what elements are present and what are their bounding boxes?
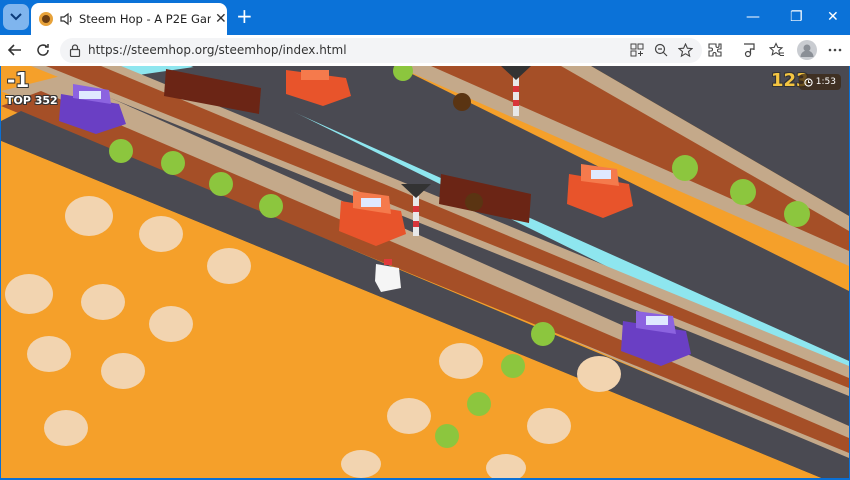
tab-close-icon[interactable]: ✕: [215, 11, 227, 27]
media-control-icon[interactable]: [740, 41, 758, 59]
site-favicon-icon: [39, 12, 53, 26]
back-button[interactable]: [6, 41, 24, 59]
browser-tab[interactable]: Steem Hop - A P2E Game Pow ✕: [31, 3, 227, 35]
score-display: -1: [7, 68, 30, 92]
zoom-out-icon[interactable]: [652, 41, 670, 59]
site-info-icon[interactable]: [69, 44, 81, 57]
minimize-button[interactable]: —: [746, 9, 760, 25]
restore-button[interactable]: ❐: [790, 9, 803, 25]
tab-actions-button[interactable]: [3, 4, 29, 30]
chevron-down-icon: [10, 13, 22, 21]
refresh-button[interactable]: [34, 41, 52, 59]
game-canvas[interactable]: -1 TOP 352 123 1:53: [1, 66, 849, 478]
favorite-star-icon[interactable]: [676, 41, 694, 59]
title-bar: Steem Hop - A P2E Game Pow ✕ + — ❐ ✕: [0, 0, 850, 35]
extensions-icon[interactable]: [706, 41, 724, 59]
new-tab-button[interactable]: +: [236, 6, 253, 26]
speaker-icon[interactable]: [59, 12, 73, 26]
clock-icon: [804, 77, 813, 87]
address-bar[interactable]: https://steemhop.org/steemhop/index.html: [60, 38, 702, 63]
favorites-icon[interactable]: [768, 41, 786, 59]
coin-2: [465, 193, 483, 211]
arrow-left-icon: [7, 44, 21, 56]
refresh-icon: [37, 44, 49, 56]
game-scene: [1, 66, 849, 478]
profile-avatar[interactable]: [796, 39, 818, 61]
window-close-button[interactable]: ✕: [827, 9, 839, 25]
tab-title: Steem Hop - A P2E Game Pow: [79, 12, 211, 26]
top-score-display: TOP 352: [6, 94, 58, 107]
coin-1: [453, 93, 471, 111]
timer-badge: 1:53: [798, 74, 841, 90]
app-available-icon[interactable]: [628, 41, 646, 59]
timer-text: 1:53: [815, 77, 836, 87]
browser-toolbar: https://steemhop.org/steemhop/index.html: [0, 35, 850, 66]
more-menu-icon[interactable]: [826, 41, 844, 59]
url-text: https://steemhop.org/steemhop/index.html: [88, 43, 347, 57]
